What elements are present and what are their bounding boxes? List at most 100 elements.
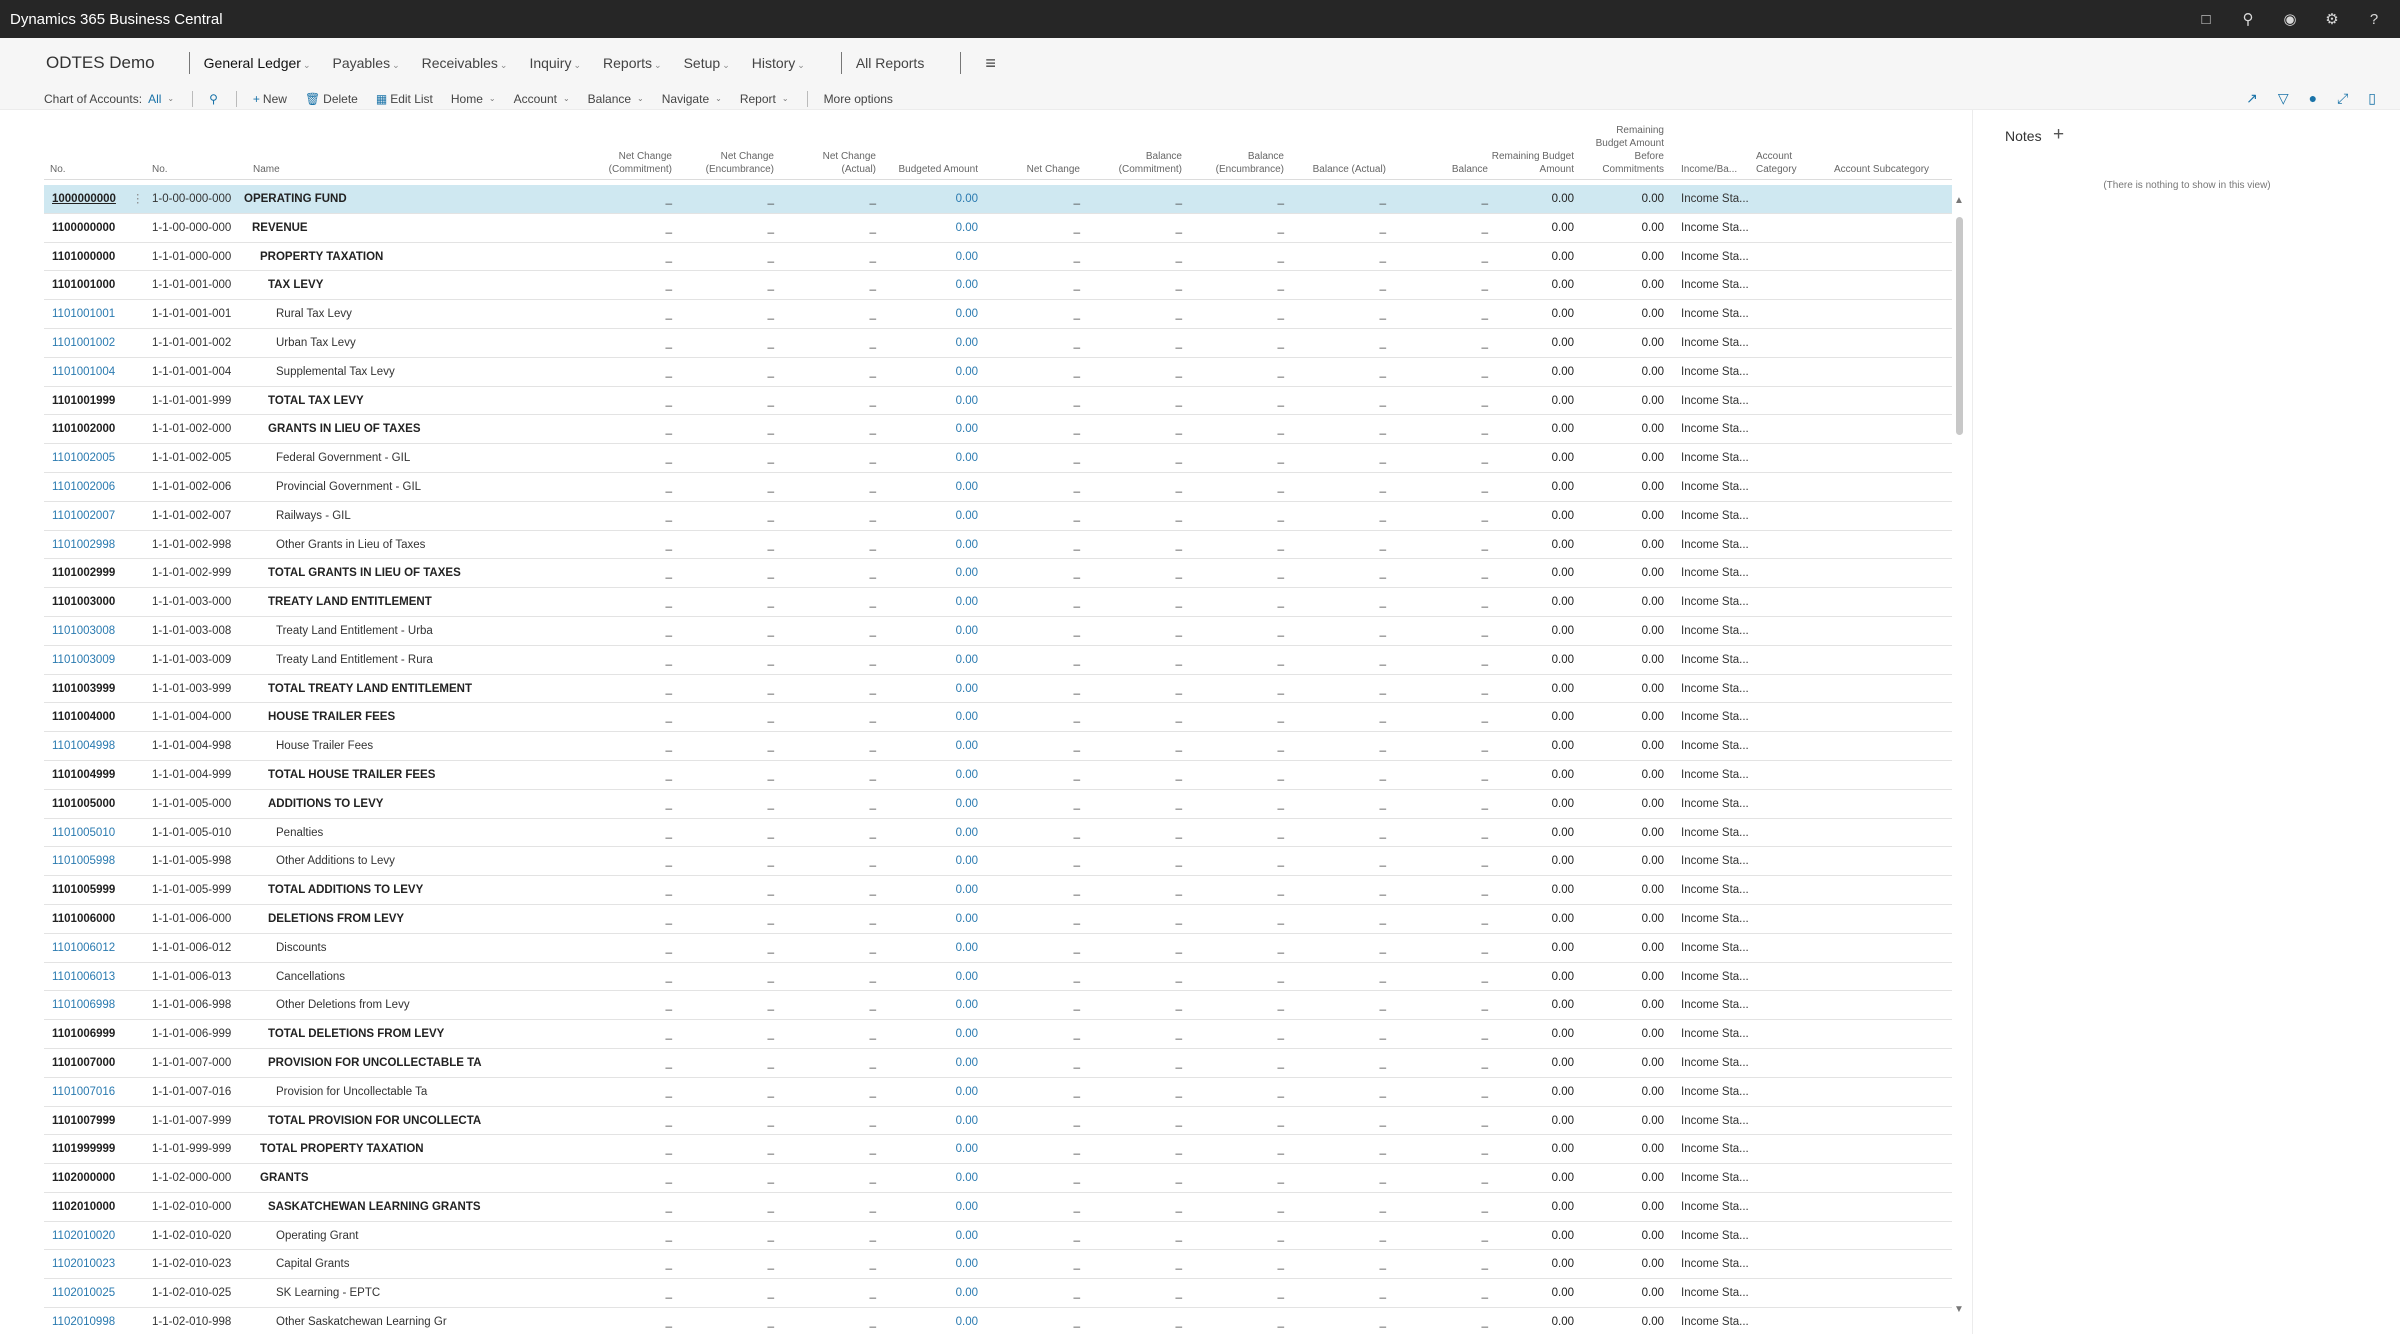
table-row[interactable]: 1101006013 1-1-01-006-013 Cancellations _ _ _…	[44, 963, 1952, 992]
account-no-cell[interactable]: 1101006013	[52, 963, 148, 991]
bell-icon[interactable]: ◉	[2282, 10, 2298, 28]
nav-reports[interactable]: Reports ⌄	[603, 55, 662, 71]
account-no-cell[interactable]: 1102000000	[52, 1164, 148, 1192]
account-no-cell[interactable]: 1101007016	[52, 1078, 148, 1106]
search-button[interactable]: ⚲	[209, 92, 218, 106]
account-no-cell[interactable]: 1102010000	[52, 1193, 148, 1221]
table-row[interactable]: 1101002007 1-1-01-002-007 Railways - GIL _ _…	[44, 502, 1952, 531]
account-no-cell[interactable]: 1101001999	[52, 387, 148, 415]
account-no-cell[interactable]: 1101004000	[52, 703, 148, 731]
table-row[interactable]: 1101006012 1-1-01-006-012 Discounts _ _ _ 0.00…	[44, 934, 1952, 963]
table-row[interactable]: 1101999999 1-1-01-999-999 TOTAL PROPERTY T…	[44, 1135, 1952, 1165]
help-icon[interactable]: ?	[2366, 11, 2382, 28]
scroll-down-icon[interactable]: ▼	[1954, 1304, 1964, 1315]
navigate-menu[interactable]: Navigate ⌄	[662, 92, 722, 106]
account-no-cell[interactable]: 1101003999	[52, 675, 148, 703]
grid-scrollbar[interactable]: ▲ ▼	[1952, 195, 1966, 1315]
table-row[interactable]: 1101003000 1-1-01-003-000 TREATY LAND ENTI…	[44, 588, 1952, 617]
table-row[interactable]: 1101005998 1-1-01-005-998 Other Additions …	[44, 847, 1952, 877]
report-menu[interactable]: Report ⌄	[740, 92, 789, 106]
account-no-cell[interactable]: 1101001001	[52, 300, 148, 328]
company-name[interactable]: ODTES Demo	[46, 53, 155, 73]
col-header-net-change[interactable]: Net Change	[1000, 163, 1080, 176]
delete-button[interactable]: 🗑 Delete	[305, 92, 358, 106]
account-no-cell[interactable]: 1101005000	[52, 790, 148, 818]
nav-inquiry[interactable]: Inquiry ⌄	[529, 55, 581, 71]
nav-all-reports[interactable]: All Reports	[856, 55, 924, 71]
share-icon[interactable]: ↗	[2246, 90, 2258, 107]
table-row[interactable]: 1101005010 1-1-01-005-010 Penalties _ _ _ 0.00…	[44, 819, 1952, 848]
account-no-cell[interactable]: 1101002000	[52, 415, 148, 443]
col-header-no[interactable]: No.	[50, 163, 110, 176]
col-header-balance-encumbrance[interactable]: Balance (Encumbrance)	[1204, 150, 1284, 176]
account-no-cell[interactable]: 1101001004	[52, 358, 148, 386]
col-header-no2[interactable]: No.	[152, 163, 212, 176]
factbox-toggle-icon[interactable]: ▯	[2368, 90, 2376, 107]
table-row[interactable]: 1102010000 1-1-02-010-000 SASKATCHEWAN LEA…	[44, 1193, 1952, 1222]
table-row[interactable]: 1101001999 1-1-01-001-999 TOTAL TAX LEVY _ _…	[44, 387, 1952, 416]
table-row[interactable]: 1101007999 1-1-01-007-999 TOTAL PROVISION …	[44, 1107, 1952, 1136]
account-no-cell[interactable]: 1101001000	[52, 271, 148, 299]
scroll-up-icon[interactable]: ▲	[1954, 195, 1964, 206]
table-row[interactable]: 1101001001 1-1-01-001-001 Rural Tax Levy _ _…	[44, 300, 1952, 329]
account-no-cell[interactable]: 1100000000	[52, 214, 148, 242]
table-row[interactable]: 1101005999 1-1-01-005-999 TOTAL ADDITIONS …	[44, 876, 1952, 905]
account-no-cell[interactable]: 1101003009	[52, 646, 148, 674]
account-no-cell[interactable]: 1101999999	[52, 1135, 148, 1163]
col-header-income-balance[interactable]: Income/Ba...	[1681, 163, 1751, 176]
account-no-cell[interactable]: 1101002005	[52, 444, 148, 472]
col-header-remaining-budget[interactable]: Remaining Budget Amount	[1490, 150, 1574, 176]
table-row[interactable]: 1101006998 1-1-01-006-998 Other Deletions …	[44, 991, 1952, 1021]
nav-receivables[interactable]: Receivables ⌄	[422, 55, 508, 71]
account-no-cell[interactable]: 1102010998	[52, 1308, 148, 1334]
table-row[interactable]: 1101004999 1-1-01-004-999 TOTAL HOUSE TRAI…	[44, 761, 1952, 790]
table-row[interactable]: 1101003009 1-1-01-003-009 Treaty Land Enti…	[44, 646, 1952, 675]
account-no-cell[interactable]: 1102010023	[52, 1250, 148, 1278]
table-row[interactable]: 1101002000 1-1-01-002-000 GRANTS IN LIEU O…	[44, 415, 1952, 445]
table-row[interactable]: 1101002999 1-1-01-002-999 TOTAL GRANTS IN …	[44, 559, 1952, 589]
new-button[interactable]: + New	[253, 92, 287, 106]
col-header-net-change-actual[interactable]: Net Change (Actual)	[796, 150, 876, 176]
table-row[interactable]: 1101000000 1-1-01-000-000 PROPERTY TAXATIO…	[44, 243, 1952, 272]
filter-icon[interactable]: ▽	[2278, 90, 2289, 107]
account-no-cell[interactable]: 1101005999	[52, 876, 148, 904]
account-no-cell[interactable]: 1101002006	[52, 473, 148, 501]
col-header-account-category[interactable]: Account Category	[1756, 150, 1816, 176]
row-actions-icon[interactable]: ⋮	[132, 185, 144, 213]
nav-general-ledger[interactable]: General Ledger ⌄	[204, 55, 311, 71]
table-row[interactable]: 1102010023 1-1-02-010-023 Capital Grants _ _…	[44, 1250, 1952, 1280]
col-header-balance[interactable]: Balance	[1408, 163, 1488, 176]
info-icon[interactable]: ●	[2309, 90, 2317, 107]
nav-setup[interactable]: Setup ⌄	[684, 55, 730, 71]
table-row[interactable]: 1101002998 1-1-01-002-998 Other Grants in …	[44, 531, 1952, 560]
home-menu[interactable]: Home ⌄	[451, 92, 496, 106]
table-row[interactable]: 1101002006 1-1-01-002-006 Provincial Gover…	[44, 473, 1952, 502]
table-row[interactable]: 1102000000 1-1-02-000-000 GRANTS _ _ _ 0.00 _ _ _…	[44, 1164, 1952, 1193]
account-menu[interactable]: Account ⌄	[514, 92, 570, 106]
document-icon[interactable]: □	[2198, 11, 2214, 28]
account-no-cell[interactable]: 1101006998	[52, 991, 148, 1019]
table-row[interactable]: 1101005000 1-1-01-005-000 ADDITIONS TO LEV…	[44, 790, 1952, 819]
account-no-cell[interactable]: 1101000000	[52, 243, 148, 271]
table-row[interactable]: 1101006000 1-1-01-006-000 DELETIONS FROM L…	[44, 905, 1952, 934]
col-header-balance-actual[interactable]: Balance (Actual)	[1306, 163, 1386, 176]
col-header-balance-commitment[interactable]: Balance (Commitment)	[1102, 150, 1182, 176]
account-no-cell[interactable]: 1101005998	[52, 847, 148, 875]
account-no-cell[interactable]: 1101004999	[52, 761, 148, 789]
gear-icon[interactable]: ⚙	[2324, 10, 2340, 28]
table-row[interactable]: 1101003008 1-1-01-003-008 Treaty Land Enti…	[44, 617, 1952, 646]
table-row[interactable]: 1101007016 1-1-01-007-016 Provision for Un…	[44, 1078, 1952, 1107]
add-note-icon[interactable]: +	[2053, 124, 2064, 146]
table-row[interactable]: 1000000000 ⋮ 1-0-00-000-000 OPERATING FUND _…	[44, 185, 1952, 214]
col-header-net-change-encumbrance[interactable]: Net Change (Encumbrance)	[694, 150, 774, 176]
scrollbar-thumb[interactable]	[1956, 217, 1963, 435]
table-row[interactable]: 1101001002 1-1-01-001-002 Urban Tax Levy _ _…	[44, 329, 1952, 358]
view-filter-select[interactable]: All ⌄	[148, 92, 174, 106]
account-no-cell[interactable]: 1101006999	[52, 1020, 148, 1048]
account-no-cell[interactable]: 1101002999	[52, 559, 148, 587]
account-no-cell[interactable]: 1101006012	[52, 934, 148, 962]
edit-list-button[interactable]: ▦ Edit List	[376, 92, 433, 106]
table-row[interactable]: 1102010020 1-1-02-010-020 Operating Grant _…	[44, 1222, 1952, 1251]
col-header-net-change-commitment[interactable]: Net Change (Commitment)	[592, 150, 672, 176]
account-no-cell[interactable]: 1101002007	[52, 502, 148, 530]
